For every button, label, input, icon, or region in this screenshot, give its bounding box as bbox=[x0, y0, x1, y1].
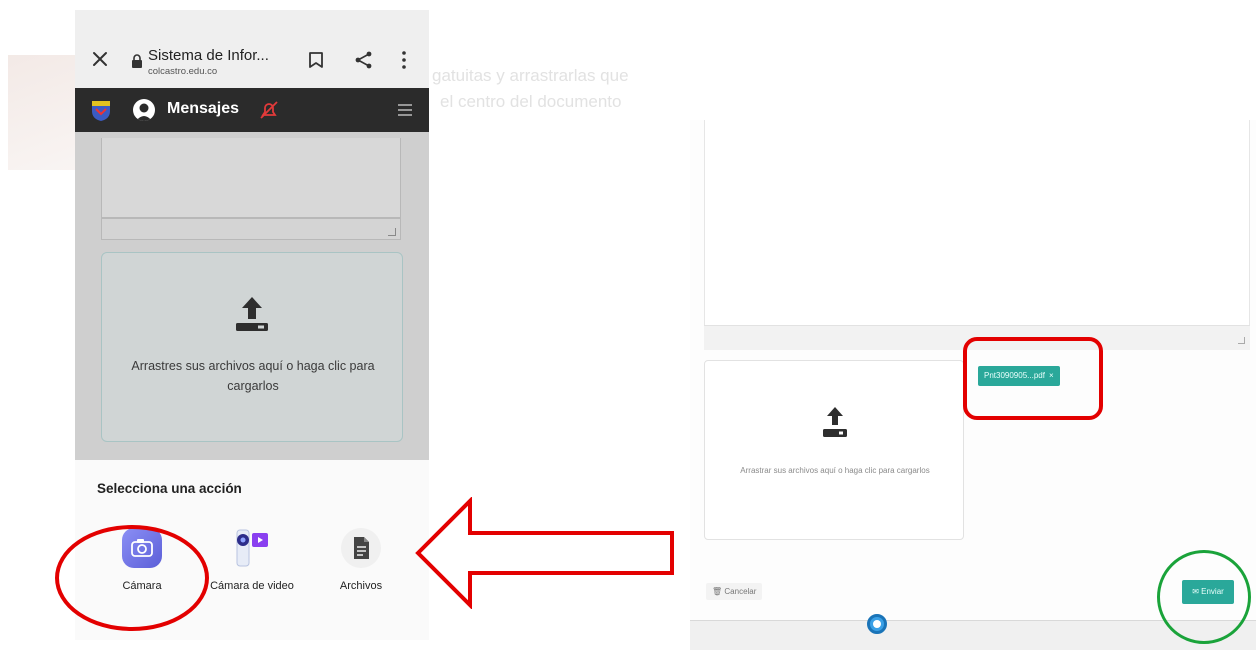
more-vertical-icon[interactable] bbox=[398, 50, 410, 70]
upload-icon bbox=[236, 297, 268, 331]
resize-handle[interactable] bbox=[388, 228, 396, 236]
background-text-line: el centro del documento bbox=[440, 92, 622, 111]
page-url: colcastro.edu.co bbox=[148, 66, 218, 77]
file-dropzone[interactable]: Arrastres sus archivos aquí o haga clic … bbox=[101, 252, 403, 442]
floating-action-icon[interactable] bbox=[867, 614, 887, 634]
cancel-button[interactable]: 🗑 Cancelar bbox=[706, 583, 763, 600]
video-camera-action-label: Cámara de video bbox=[210, 580, 294, 592]
trash-icon: 🗑 bbox=[712, 587, 723, 596]
desktop-dropzone-text: Arrastrar sus archivos aquí o haga clic … bbox=[740, 466, 930, 475]
upload-icon bbox=[823, 407, 847, 437]
page-title: Sistema de Infor... bbox=[148, 47, 269, 64]
browser-toolbar: Sistema de Infor... colcastro.edu.co bbox=[75, 10, 429, 88]
app-header: Mensajes bbox=[75, 88, 429, 132]
highlight-box-uploaded-file bbox=[963, 337, 1103, 420]
desktop-message-textarea[interactable] bbox=[704, 120, 1250, 350]
message-textarea[interactable] bbox=[101, 138, 401, 218]
bookmark-icon[interactable] bbox=[307, 51, 325, 69]
highlight-circle-camera bbox=[55, 525, 209, 631]
cancel-label: Cancelar bbox=[724, 587, 757, 596]
video-camera-action-button[interactable]: Cámara de video bbox=[207, 528, 297, 592]
message-form: Arrastres sus archivos aquí o haga clic … bbox=[75, 132, 429, 462]
files-action-button[interactable]: Archivos bbox=[316, 528, 406, 592]
hamburger-menu-icon[interactable] bbox=[397, 103, 413, 117]
desktop-resize-handle[interactable] bbox=[1238, 337, 1245, 344]
dropzone-text: Arrastres sus archivos aquí o haga clic … bbox=[131, 359, 375, 393]
bell-off-icon[interactable] bbox=[258, 99, 280, 121]
user-avatar-icon[interactable] bbox=[133, 99, 155, 121]
desktop-file-dropzone[interactable]: Arrastrar sus archivos aquí o haga clic … bbox=[704, 360, 964, 540]
highlight-circle-send bbox=[1157, 550, 1251, 644]
share-icon[interactable] bbox=[354, 50, 374, 70]
close-icon[interactable] bbox=[89, 48, 111, 70]
lock-icon bbox=[132, 54, 142, 68]
school-crest-icon bbox=[92, 101, 110, 121]
file-icon bbox=[341, 528, 381, 568]
app-title: Mensajes bbox=[167, 100, 240, 117]
textarea-footer bbox=[101, 218, 401, 240]
left-arrow-annotation bbox=[415, 497, 674, 609]
screenshot-stage: gatuitas y arrastrarlas que el centro de… bbox=[0, 0, 1256, 650]
video-camera-icon bbox=[232, 528, 272, 568]
background-thumbnail bbox=[8, 55, 78, 170]
background-text-line: gatuitas y arrastrarlas que bbox=[432, 66, 629, 85]
action-sheet-title: Selecciona una acción bbox=[97, 481, 242, 496]
files-action-label: Archivos bbox=[339, 580, 383, 592]
